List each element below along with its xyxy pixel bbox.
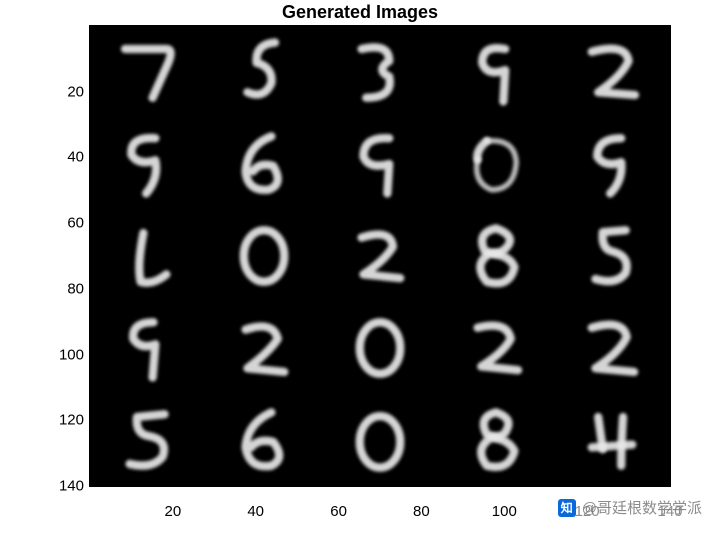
chart-title: Generated Images <box>0 2 720 23</box>
generated-digit <box>322 210 438 302</box>
generated-digit <box>554 302 670 394</box>
generated-digit <box>206 26 322 118</box>
x-tick-label: 80 <box>413 503 430 520</box>
image-axes <box>90 26 670 486</box>
y-tick-label: 120 <box>0 412 84 429</box>
generated-digit <box>90 302 206 394</box>
generated-digit <box>554 118 670 210</box>
generated-digit <box>90 394 206 486</box>
generated-digit <box>90 26 206 118</box>
generated-digit <box>438 210 554 302</box>
x-tick-label: 20 <box>165 503 182 520</box>
generated-digit <box>206 394 322 486</box>
generated-digit <box>90 210 206 302</box>
generated-digit <box>554 210 670 302</box>
generated-digit <box>554 26 670 118</box>
generated-digit <box>322 26 438 118</box>
generated-digit <box>322 394 438 486</box>
generated-digit <box>322 302 438 394</box>
y-tick-label: 100 <box>0 346 84 363</box>
generated-digit <box>206 210 322 302</box>
y-tick-label: 40 <box>0 149 84 166</box>
generated-digit <box>206 118 322 210</box>
x-tick-label: 100 <box>492 503 517 520</box>
x-tick-label: 140 <box>657 503 682 520</box>
x-tick-row: 20 40 60 80 100 120 140 <box>0 490 720 520</box>
digit-grid <box>90 26 670 486</box>
y-tick-label: 80 <box>0 280 84 297</box>
generated-digit <box>438 394 554 486</box>
figure: Generated Images 20 40 60 80 100 120 140… <box>0 0 720 540</box>
generated-digit <box>90 118 206 210</box>
x-tick-label: 120 <box>575 503 600 520</box>
generated-digit <box>438 118 554 210</box>
y-tick-label: 60 <box>0 215 84 232</box>
x-tick-label: 40 <box>247 503 264 520</box>
generated-digit <box>322 118 438 210</box>
generated-digit <box>438 302 554 394</box>
x-tick-label: 60 <box>330 503 347 520</box>
generated-digit <box>554 394 670 486</box>
generated-digit <box>438 26 554 118</box>
generated-digit <box>206 302 322 394</box>
y-tick-label: 20 <box>0 83 84 100</box>
